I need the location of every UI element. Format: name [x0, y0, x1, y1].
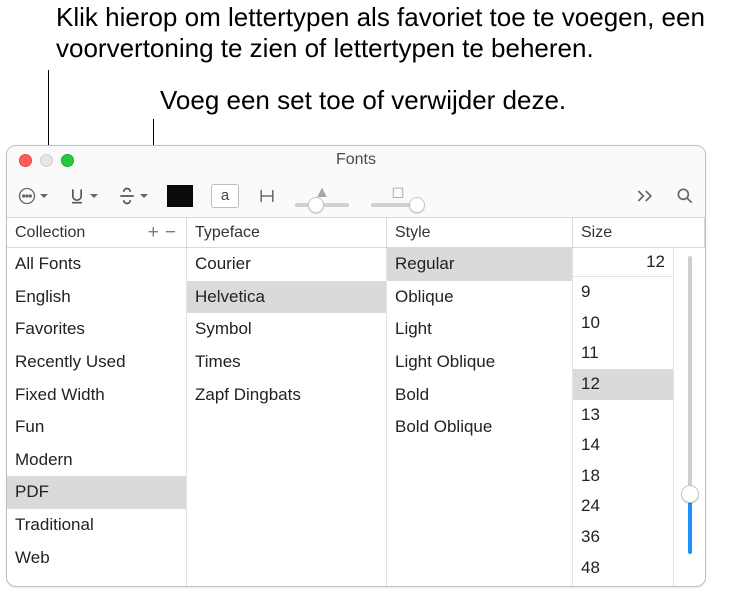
add-collection-button[interactable]: +: [148, 226, 159, 239]
strikethrough-icon: [117, 186, 137, 206]
typeface-item[interactable]: Courier: [187, 248, 386, 281]
titlebar: Fonts: [7, 146, 705, 174]
more-toolbar-button[interactable]: [635, 187, 655, 205]
typeface-item[interactable]: Helvetica: [187, 281, 386, 314]
typeface-item[interactable]: Zapf Dingbats: [187, 379, 386, 412]
slider-track: [295, 203, 349, 207]
slider-thumb[interactable]: [308, 197, 324, 213]
callout-add-remove: Voeg een set toe of verwijder deze.: [160, 85, 566, 116]
chevron-down-icon: [39, 190, 49, 202]
column-headers: Collection + − Typeface Style Size: [7, 218, 705, 248]
chevron-down-icon: [89, 190, 99, 202]
chevron-down-icon: [139, 190, 149, 202]
size-item[interactable]: 13: [573, 400, 673, 431]
more-icon: [17, 186, 37, 206]
document-color-icon: a: [211, 184, 239, 208]
text-shadow-toggle[interactable]: [257, 186, 277, 206]
slider-track: [688, 256, 692, 494]
style-item[interactable]: Regular: [387, 248, 572, 281]
style-item[interactable]: Light Oblique: [387, 346, 572, 379]
collection-list[interactable]: All FontsEnglishFavoritesRecently UsedFi…: [7, 248, 187, 586]
collection-item[interactable]: All Fonts: [7, 248, 186, 281]
close-button[interactable]: [19, 154, 32, 167]
typeface-header-label: Typeface: [195, 224, 260, 242]
more-options-button[interactable]: [17, 186, 49, 206]
chevrons-right-icon: [635, 187, 655, 205]
collection-item[interactable]: PDF: [7, 476, 186, 509]
toolbar: a ▲ ◻: [7, 174, 705, 218]
slider-track: [371, 203, 425, 207]
square-icon: ◻: [391, 185, 404, 201]
size-header-label: Size: [581, 224, 612, 242]
document-color-button[interactable]: a: [211, 184, 239, 208]
shadow-icon: [257, 186, 277, 206]
size-list[interactable]: 9101112131418243648: [573, 277, 673, 586]
underline-button[interactable]: [67, 186, 99, 206]
shadow-opacity-slider[interactable]: ▲: [295, 185, 349, 207]
size-item[interactable]: 11: [573, 338, 673, 369]
color-swatch: [167, 185, 193, 207]
style-header-label: Style: [395, 224, 431, 242]
callout-more-menu: Klik hierop om lettertypen als favoriet …: [56, 2, 726, 64]
size-item[interactable]: 10: [573, 308, 673, 339]
slider-track-active: [688, 494, 692, 554]
size-item[interactable]: 12: [573, 369, 673, 400]
style-item[interactable]: Bold Oblique: [387, 411, 572, 444]
size-input[interactable]: 12: [573, 248, 673, 277]
typeface-item[interactable]: Times: [187, 346, 386, 379]
shadow-blur-slider[interactable]: ◻: [371, 185, 425, 207]
collection-item[interactable]: Traditional: [7, 509, 186, 542]
size-slider[interactable]: [673, 248, 705, 586]
search-button[interactable]: [675, 186, 695, 206]
size-column: 12 9101112131418243648: [573, 248, 705, 586]
typeface-list[interactable]: CourierHelveticaSymbolTimesZapf Dingbats: [187, 248, 387, 586]
fonts-window: Fonts a: [6, 145, 706, 587]
collection-header: Collection + −: [7, 218, 187, 247]
strikethrough-button[interactable]: [117, 186, 149, 206]
size-item[interactable]: 48: [573, 553, 673, 584]
typeface-header: Typeface: [187, 218, 387, 247]
style-list[interactable]: RegularObliqueLightLight ObliqueBoldBold…: [387, 248, 573, 586]
collection-item[interactable]: Fun: [7, 411, 186, 444]
slider-thumb[interactable]: [409, 197, 425, 213]
size-item[interactable]: 18: [573, 461, 673, 492]
style-header: Style: [387, 218, 573, 247]
zoom-button[interactable]: [61, 154, 74, 167]
size-header: Size: [573, 218, 705, 247]
size-item[interactable]: 14: [573, 430, 673, 461]
remove-collection-button[interactable]: −: [165, 226, 176, 239]
typeface-item[interactable]: Symbol: [187, 313, 386, 346]
lists-area: All FontsEnglishFavoritesRecently UsedFi…: [7, 248, 705, 586]
text-color-swatch[interactable]: [167, 185, 193, 207]
style-item[interactable]: Bold: [387, 379, 572, 412]
underline-icon: [67, 186, 87, 206]
collection-item[interactable]: English: [7, 281, 186, 314]
slider-thumb[interactable]: [681, 485, 699, 503]
search-icon: [675, 186, 695, 206]
minimize-button[interactable]: [40, 154, 53, 167]
collection-item[interactable]: Fixed Width: [7, 379, 186, 412]
collection-item[interactable]: Modern: [7, 444, 186, 477]
collection-item[interactable]: Web: [7, 542, 186, 575]
style-item[interactable]: Oblique: [387, 281, 572, 314]
collection-header-label: Collection: [15, 224, 85, 242]
collection-item[interactable]: Favorites: [7, 313, 186, 346]
window-title: Fonts: [7, 151, 705, 169]
collection-item[interactable]: Recently Used: [7, 346, 186, 379]
size-item[interactable]: 36: [573, 522, 673, 553]
size-item[interactable]: 24: [573, 491, 673, 522]
size-item[interactable]: 9: [573, 277, 673, 308]
style-item[interactable]: Light: [387, 313, 572, 346]
